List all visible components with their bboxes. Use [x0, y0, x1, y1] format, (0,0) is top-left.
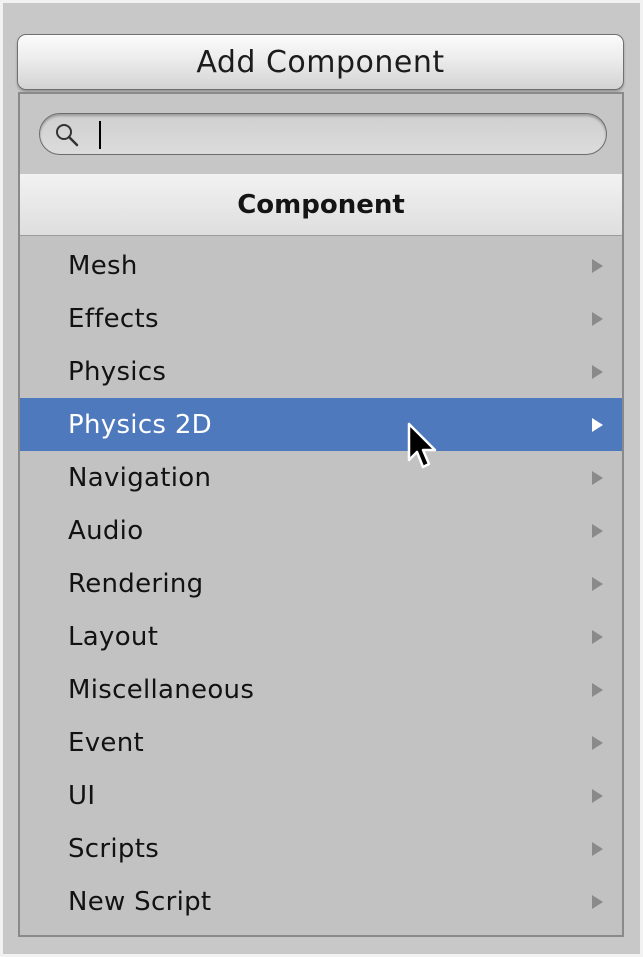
menu-item-ui[interactable]: UI	[20, 769, 622, 822]
submenu-arrow-icon	[592, 841, 603, 856]
submenu-arrow-icon	[592, 364, 603, 379]
menu-item-event[interactable]: Event	[20, 716, 622, 769]
submenu-arrow-icon	[592, 576, 603, 591]
submenu-arrow-icon	[592, 311, 603, 326]
search-bar	[20, 94, 622, 175]
menu-item-label: Miscellaneous	[68, 674, 255, 705]
add-component-label: Add Component	[196, 44, 445, 80]
submenu-arrow-icon	[592, 417, 603, 432]
submenu-arrow-icon	[592, 788, 603, 803]
menu-item-audio[interactable]: Audio	[20, 504, 622, 557]
search-input[interactable]	[90, 118, 590, 150]
submenu-arrow-icon	[592, 682, 603, 697]
menu-item-navigation[interactable]: Navigation	[20, 451, 622, 504]
submenu-arrow-icon	[592, 258, 603, 273]
submenu-arrow-icon	[592, 470, 603, 485]
menu-item-label: Physics	[68, 356, 167, 387]
menu-item-label: New Script	[68, 886, 212, 917]
window-frame: Add Component Component Mesh Effects Phy…	[0, 0, 643, 957]
menu-item-label: Effects	[68, 303, 159, 334]
menu-item-physics[interactable]: Physics	[20, 345, 622, 398]
menu-item-label: Rendering	[68, 568, 204, 599]
menu-header: Component	[20, 174, 622, 236]
menu-item-new-script[interactable]: New Script	[20, 875, 622, 928]
menu-item-mesh[interactable]: Mesh	[20, 239, 622, 292]
text-caret	[99, 121, 101, 149]
component-dropdown-panel: Component Mesh Effects Physics Physics 2…	[18, 92, 624, 937]
submenu-arrow-icon	[592, 629, 603, 644]
menu-item-label: Layout	[68, 621, 159, 652]
menu-item-label: Physics 2D	[68, 409, 212, 440]
submenu-arrow-icon	[592, 523, 603, 538]
menu-item-label: Event	[68, 727, 144, 758]
menu-item-label: Navigation	[68, 462, 212, 493]
menu-item-miscellaneous[interactable]: Miscellaneous	[20, 663, 622, 716]
submenu-arrow-icon	[592, 735, 603, 750]
menu-header-title: Component	[237, 189, 405, 220]
menu-item-physics-2d[interactable]: Physics 2D	[20, 398, 622, 451]
menu-item-label: Mesh	[68, 250, 138, 281]
menu-item-label: Scripts	[68, 833, 160, 864]
menu-item-label: UI	[68, 780, 96, 811]
add-component-button[interactable]: Add Component	[17, 34, 624, 90]
search-field[interactable]	[39, 113, 607, 155]
menu-item-rendering[interactable]: Rendering	[20, 557, 622, 610]
submenu-arrow-icon	[592, 894, 603, 909]
menu-item-scripts[interactable]: Scripts	[20, 822, 622, 875]
component-list: Mesh Effects Physics Physics 2D Navigati…	[20, 239, 622, 928]
search-icon	[56, 124, 79, 147]
menu-item-label: Audio	[68, 515, 144, 546]
menu-item-effects[interactable]: Effects	[20, 292, 622, 345]
menu-item-layout[interactable]: Layout	[20, 610, 622, 663]
